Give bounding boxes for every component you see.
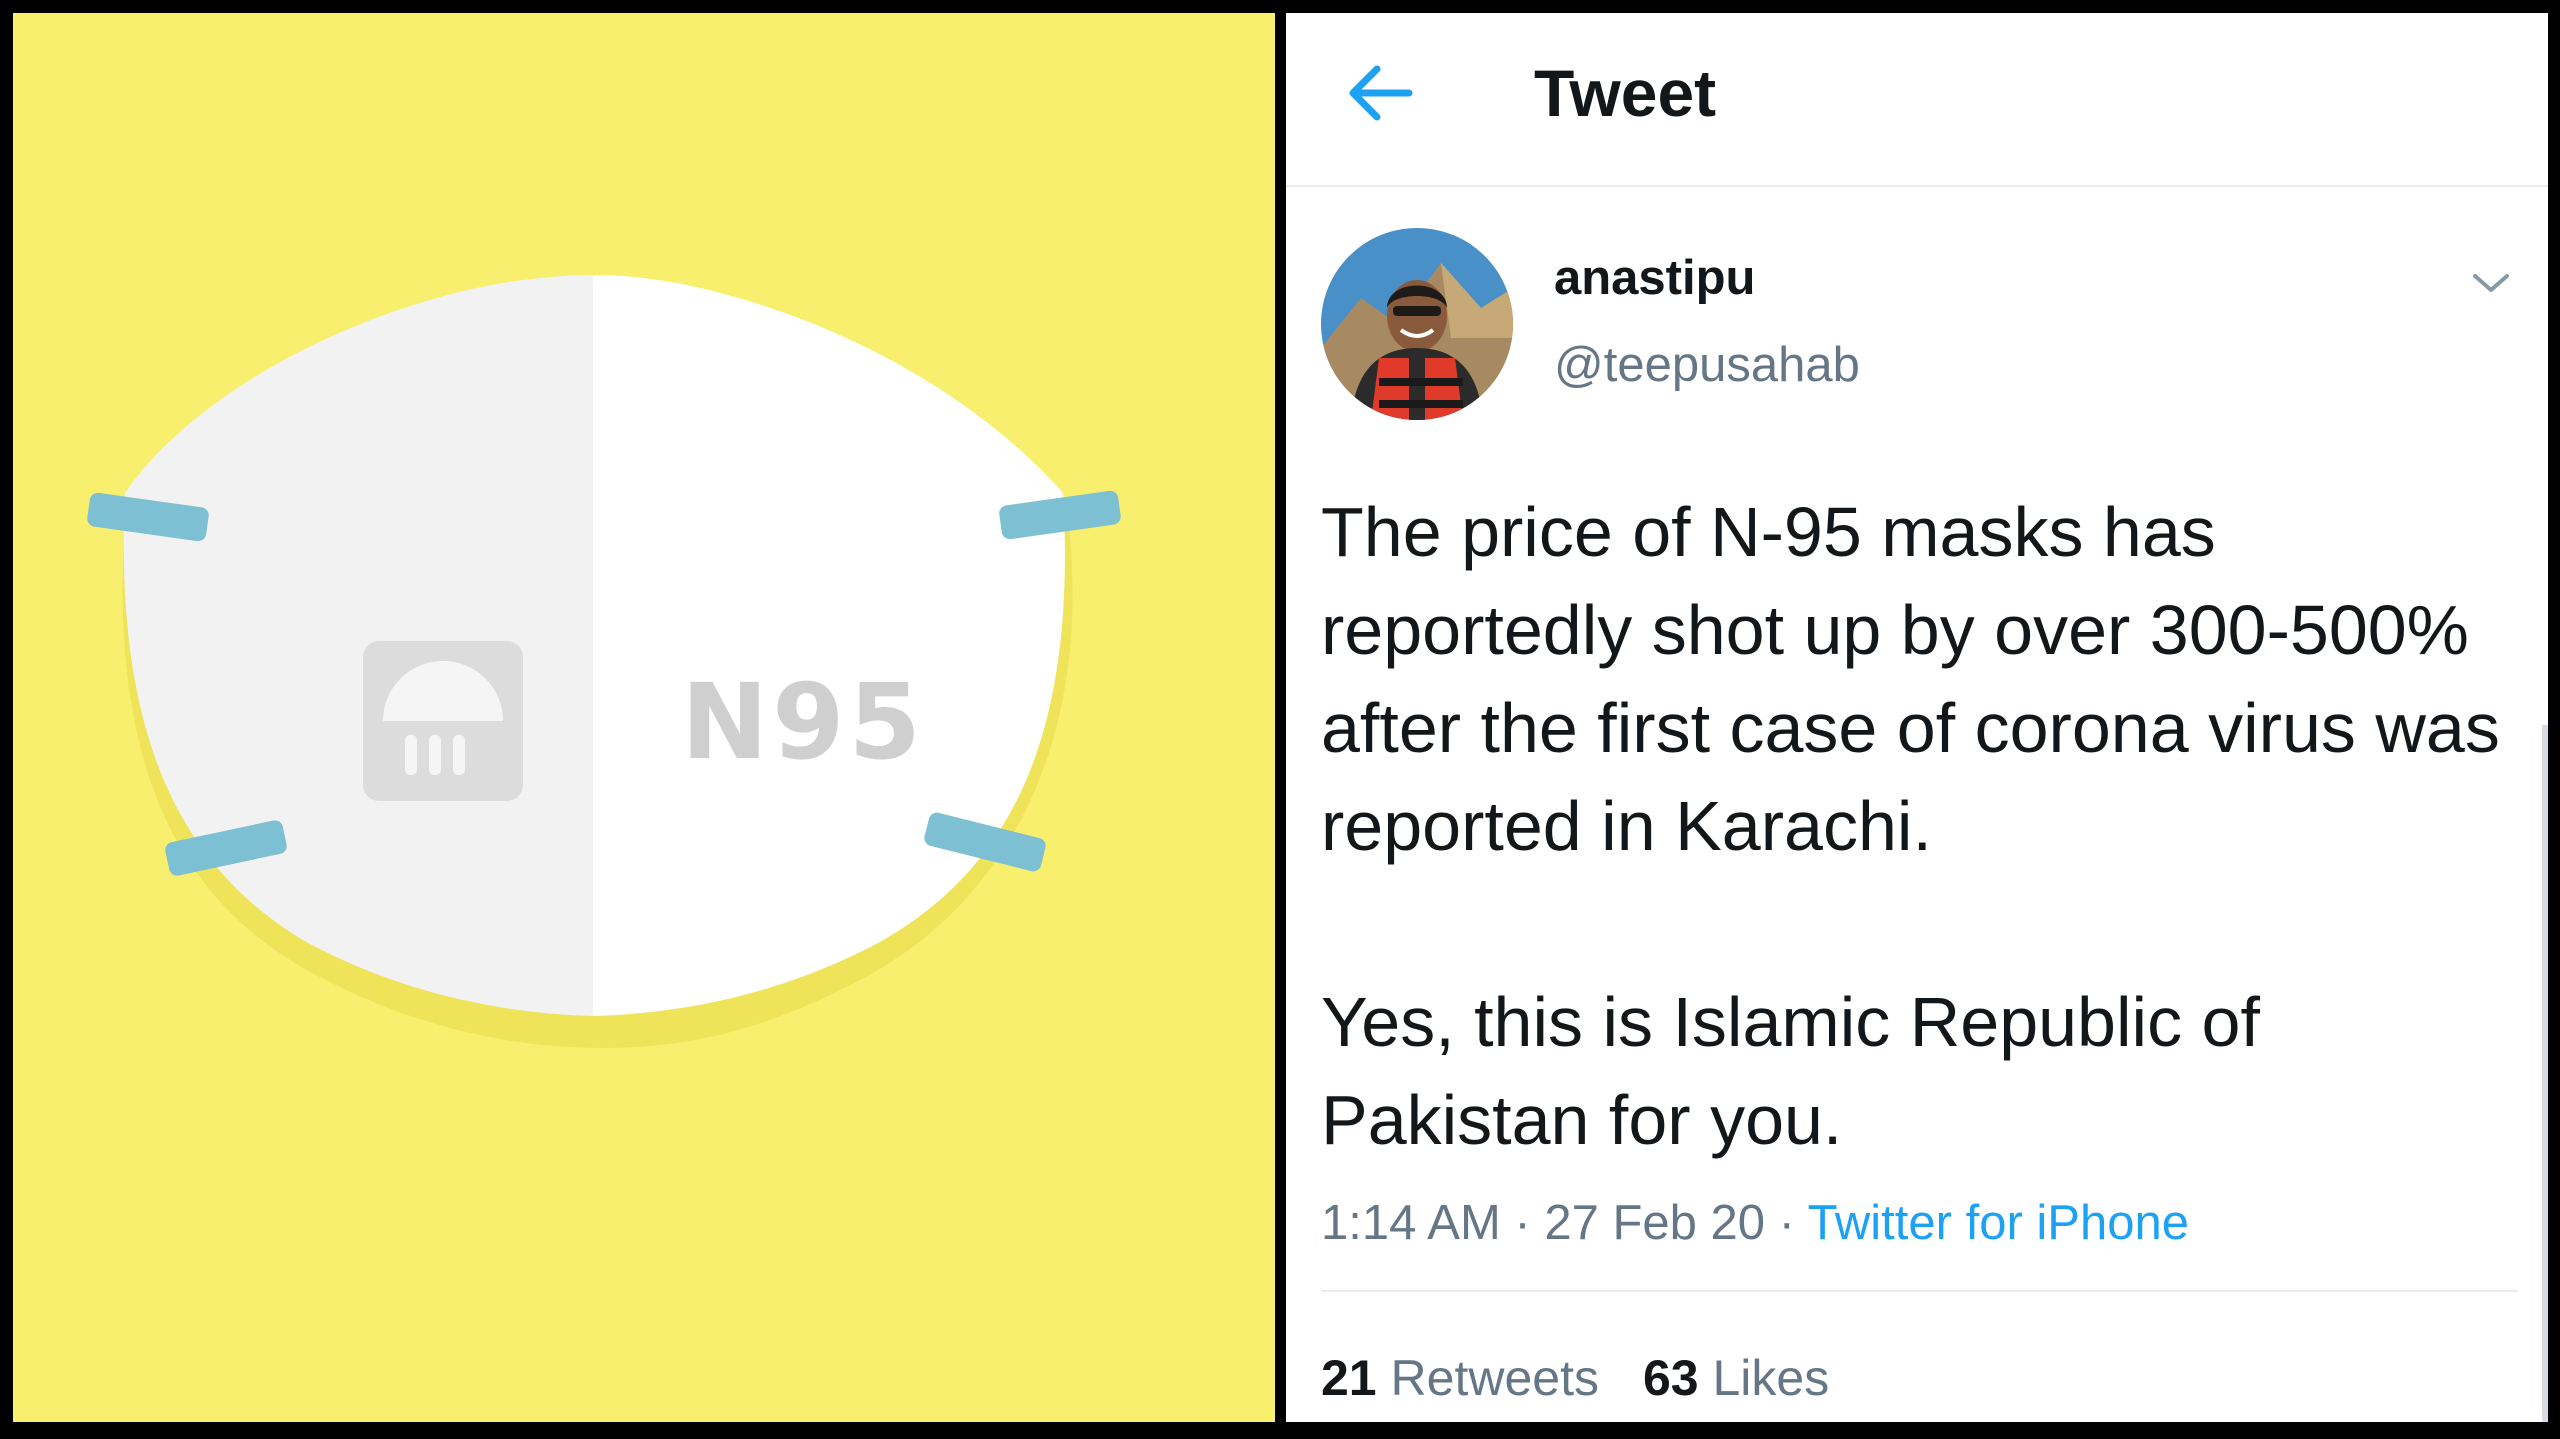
mask-illustration-panel: N95 xyxy=(13,13,1275,1422)
tweet-time[interactable]: 1:14 AM xyxy=(1321,1196,1501,1250)
tweet-paragraph-1: The price of N-95 masks has reportedly s… xyxy=(1321,493,2500,865)
valve-icon xyxy=(363,641,523,801)
arrow-left-icon xyxy=(1349,65,1413,121)
mask-left-half xyxy=(123,275,593,1016)
tweet-text: The price of N-95 masks has reportedly s… xyxy=(1321,483,2521,1169)
retweets-label: Retweets xyxy=(1390,1350,1599,1406)
mask-label: N95 xyxy=(681,661,925,783)
scrollbar-thumb[interactable] xyxy=(2542,725,2548,1422)
chevron-down-icon xyxy=(2473,274,2509,292)
tweet-menu-button[interactable] xyxy=(2461,258,2521,308)
image-frame: N95 Tweet anastipu @teepusahab The price… xyxy=(0,0,2560,1439)
profile-photo xyxy=(1321,228,1513,420)
likes-count: 63 xyxy=(1642,1350,1699,1406)
divider xyxy=(1321,1290,2518,1292)
tweet-date[interactable]: 27 Feb 20 xyxy=(1544,1196,1765,1250)
back-button[interactable] xyxy=(1341,53,1421,133)
meta-separator: · xyxy=(1765,1196,1808,1250)
display-name[interactable]: anastipu xyxy=(1554,248,1755,308)
tweet-paragraph-2: Yes, this is Islamic Republic of Pakista… xyxy=(1321,983,2260,1159)
meta-separator: · xyxy=(1500,1196,1545,1250)
user-handle[interactable]: @teepusahab xyxy=(1554,335,1860,395)
tweet-source-link[interactable]: Twitter for iPhone xyxy=(1808,1196,2189,1250)
tweet-header: Tweet xyxy=(1286,13,2548,187)
page-title: Tweet xyxy=(1534,56,1717,130)
retweets-count: 21 xyxy=(1321,1350,1377,1406)
tweet-panel: Tweet anastipu @teepusahab The price of … xyxy=(1286,13,2548,1422)
mask-right-half xyxy=(593,275,1065,1016)
tweet-meta: 1:14 AM · 27 Feb 20 · Twitter for iPhone xyxy=(1321,1193,2189,1253)
tweet-stats: 21 Retweets 63 Likes xyxy=(1321,1348,1829,1408)
likes-stat[interactable]: 63 Likes xyxy=(1643,1350,1829,1406)
avatar[interactable] xyxy=(1321,228,1513,420)
n95-mask-illustration: N95 xyxy=(87,275,1121,1048)
retweets-stat[interactable]: 21 Retweets xyxy=(1321,1350,1599,1406)
likes-label: Likes xyxy=(1712,1350,1830,1406)
